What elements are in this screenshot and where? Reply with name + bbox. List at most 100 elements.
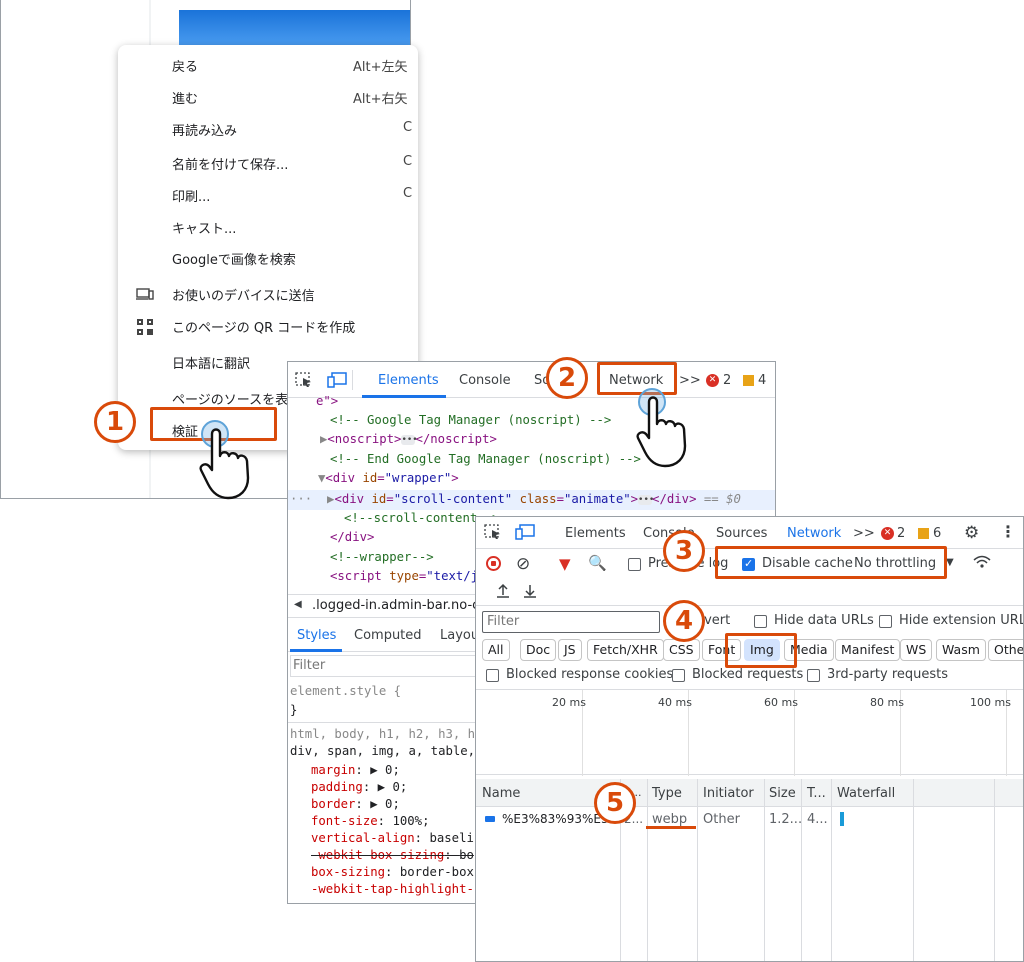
css-brace: }: [290, 703, 298, 717]
menu-item-reload[interactable]: 再読み込み C: [118, 115, 418, 143]
device-send-icon: [136, 286, 154, 302]
inspect-element-icon[interactable]: [295, 372, 313, 392]
settings-gear-icon[interactable]: ⚙: [964, 523, 979, 543]
warning-icon[interactable]: [918, 528, 929, 539]
code-line[interactable]: </div>: [330, 528, 374, 547]
column-size[interactable]: Size: [769, 786, 796, 801]
hide-extension-urls-checkbox[interactable]: [879, 615, 892, 628]
third-party-checkbox[interactable]: [807, 669, 820, 682]
menu-item-save-as[interactable]: 名前を付けて保存... C: [118, 149, 418, 177]
export-har-icon[interactable]: [523, 583, 537, 603]
import-har-icon[interactable]: [496, 583, 510, 603]
filter-chip-ws[interactable]: WS: [900, 639, 933, 661]
clear-icon[interactable]: ⊘: [516, 554, 530, 574]
search-icon[interactable]: 🔍: [588, 554, 607, 572]
filter-chip-doc[interactable]: Doc: [520, 639, 557, 661]
css-prop-value: baseli: [429, 831, 474, 845]
error-icon[interactable]: ✕: [881, 527, 894, 540]
styles-filter-input[interactable]: Filter: [290, 655, 490, 677]
filter-chip-fetch-xhr[interactable]: Fetch/XHR: [587, 639, 664, 661]
ellipsis-icon[interactable]: •••: [638, 494, 654, 505]
menu-item-forward[interactable]: 進む Alt+右矢: [118, 83, 418, 111]
network-filter-input[interactable]: Filter: [482, 611, 660, 633]
column-initiator[interactable]: Initiator: [703, 786, 754, 801]
css-prop-value: bo: [459, 848, 474, 862]
more-options-icon[interactable]: ⋮: [1000, 522, 1016, 541]
table-row[interactable]: %E3%83%93%E3... 2... webp Other 1.2... 4…: [476, 807, 1023, 831]
menu-item-shortcut: C: [403, 186, 413, 201]
css-prop-name: border: [311, 797, 356, 811]
hide-data-urls-checkbox[interactable]: [754, 615, 767, 628]
menu-item-print[interactable]: 印刷... C: [118, 181, 418, 209]
menu-item-cast[interactable]: キャスト...: [118, 213, 418, 241]
column-waterfall[interactable]: Waterfall: [837, 786, 895, 801]
code-comment[interactable]: <!--wrapper-->: [330, 548, 434, 567]
filter-chip-css[interactable]: CSS: [663, 639, 700, 661]
toolbar-divider: [352, 370, 353, 390]
tab-console[interactable]: Console: [459, 373, 511, 388]
column-type[interactable]: Type: [652, 786, 682, 801]
css-property[interactable]: -webkit-tap-highlight-: [311, 880, 474, 899]
breadcrumb-item[interactable]: .logged-in.admin-bar.no-cu: [312, 598, 488, 613]
error-count[interactable]: 2: [897, 526, 905, 541]
column-time[interactable]: T...: [807, 786, 826, 801]
network-overview-timeline[interactable]: 20 ms 40 ms 60 ms 80 ms 100 ms: [476, 689, 1023, 776]
code-comment[interactable]: <!-- Google Tag Manager (noscript) -->: [330, 411, 611, 430]
step-number-1: 1: [94, 401, 136, 443]
filter-chip-wasm[interactable]: Wasm: [936, 639, 986, 661]
code-tag: </noscript>: [415, 432, 497, 446]
error-icon[interactable]: ✕: [706, 374, 719, 387]
toolbar-divider: [476, 605, 1023, 606]
more-tabs-icon[interactable]: >>: [853, 526, 875, 541]
code-comment[interactable]: <!-- End Google Tag Manager (noscript) -…: [330, 450, 641, 469]
menu-item-label: お使いのデバイスに送信: [172, 289, 315, 304]
filter-chip-js[interactable]: JS: [558, 639, 582, 661]
timeline-label: 100 ms: [970, 696, 1011, 709]
column-name[interactable]: Name: [482, 786, 520, 801]
tab-elements[interactable]: Elements: [378, 373, 439, 388]
warning-count[interactable]: 6: [933, 526, 941, 541]
error-count[interactable]: 2: [723, 373, 731, 388]
menu-item-label: このページの QR コードを作成: [172, 321, 356, 336]
code-line-scroll-content[interactable]: ··· ▶<div id="scroll-content" class="ani…: [290, 490, 741, 509]
tab-network[interactable]: Network: [787, 526, 841, 541]
ellipsis-icon[interactable]: •••: [401, 434, 418, 445]
menu-item-label: 進む: [172, 92, 199, 107]
filter-funnel-icon[interactable]: ▼: [559, 555, 571, 573]
highlight-img-filter: [725, 633, 797, 668]
code-line-wrapper[interactable]: ▼<div id="wrapper">: [318, 469, 459, 488]
record-stop-icon[interactable]: [486, 556, 501, 571]
code-line-noscript[interactable]: ▶<noscript>•••</noscript>: [320, 430, 497, 449]
tab-sources[interactable]: Sources: [716, 526, 767, 541]
filter-chip-manifest[interactable]: Manifest: [835, 639, 901, 661]
blocked-requests-checkbox[interactable]: [672, 669, 685, 682]
menu-item-back[interactable]: 戻る Alt+左矢: [118, 51, 418, 79]
menu-item-shortcut: Alt+右矢: [353, 92, 408, 107]
more-dots-icon[interactable]: ···: [290, 492, 312, 506]
tab-styles[interactable]: Styles: [297, 628, 336, 643]
menu-item-label: Googleで画像を検索: [172, 253, 296, 268]
filter-chip-all[interactable]: All: [482, 639, 510, 661]
tab-elements[interactable]: Elements: [565, 526, 626, 541]
preserve-log-checkbox[interactable]: [628, 558, 641, 571]
filter-chip-other[interactable]: Other: [988, 639, 1023, 661]
network-conditions-icon[interactable]: [972, 554, 992, 574]
inspect-element-icon[interactable]: [484, 524, 502, 544]
code-tag: <script: [330, 569, 382, 583]
warning-icon[interactable]: [743, 375, 754, 386]
breadcrumb-left-arrow-icon[interactable]: ◀: [294, 599, 302, 610]
device-toolbar-icon[interactable]: [515, 524, 535, 544]
device-toolbar-icon[interactable]: [327, 372, 347, 392]
chevron-down-icon[interactable]: ▼: [946, 557, 954, 568]
code-line-script[interactable]: <script type="text/j: [330, 567, 478, 586]
tab-layout[interactable]: Layou: [440, 628, 479, 643]
code-line[interactable]: e">: [316, 392, 338, 411]
menu-item-send-to-device[interactable]: お使いのデバイスに送信: [118, 280, 418, 308]
hand-pointer-icon: [198, 418, 270, 506]
menu-item-qr-code[interactable]: このページの QR コードを作成: [118, 312, 418, 340]
menu-item-google-image-search[interactable]: Googleで画像を検索: [118, 244, 418, 272]
menu-item-label: 再読み込み: [172, 124, 238, 139]
blocked-cookies-checkbox[interactable]: [486, 669, 499, 682]
tab-computed[interactable]: Computed: [354, 628, 422, 643]
warning-count[interactable]: 4: [758, 373, 766, 388]
